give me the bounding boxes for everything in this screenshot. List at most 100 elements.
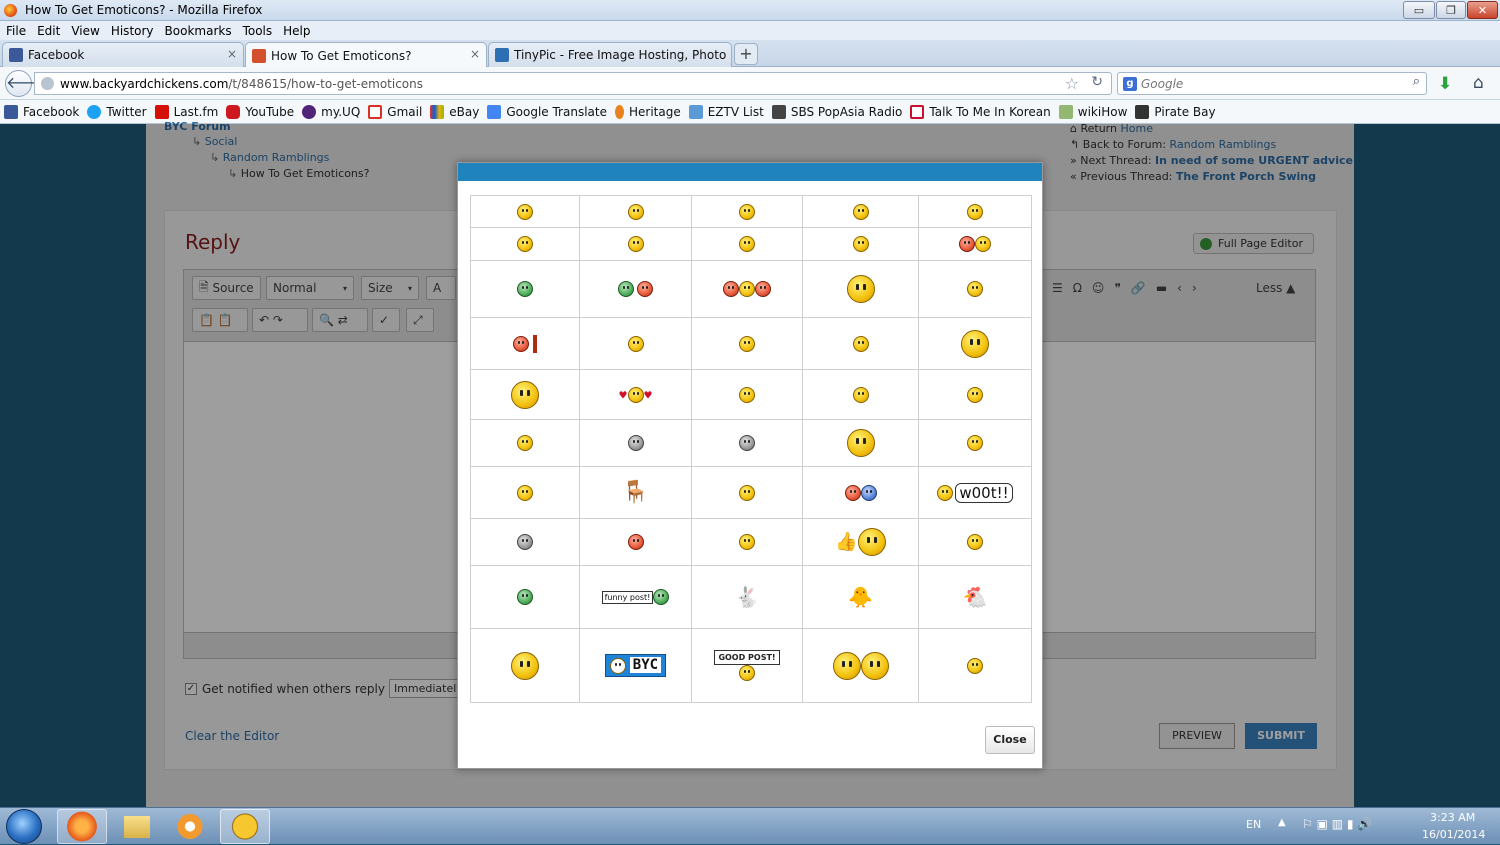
bookmark-heritage[interactable]: Heritage (614, 104, 681, 119)
language-indicator[interactable]: EN (1246, 818, 1261, 831)
emoticon-funny-post[interactable]: funny post! (579, 565, 692, 629)
emoticon-sleeping[interactable] (470, 565, 580, 629)
reload-icon[interactable]: ↻ (1091, 74, 1103, 90)
close-dialog-button[interactable]: Close (985, 726, 1035, 754)
emoticon-thinking[interactable] (802, 317, 919, 370)
emoticon-green-red[interactable] (579, 260, 692, 318)
menu-edit[interactable]: Edit (37, 24, 60, 38)
search-icon[interactable]: ⌕ (1413, 74, 1420, 89)
emoticon-ninja[interactable] (470, 466, 580, 519)
emoticon-shocked[interactable] (918, 317, 1032, 370)
emoticon-cool[interactable] (802, 227, 919, 261)
start-button[interactable] (6, 809, 42, 844)
clock-time[interactable]: 3:23 AM (1430, 811, 1475, 824)
bookmark-ebay[interactable]: eBay (430, 104, 479, 119)
emoticon-neutral[interactable] (918, 195, 1032, 228)
new-tab-button[interactable]: + (734, 43, 758, 65)
tab-tinypic[interactable]: TinyPic - Free Image Hosting, Photo S... (488, 42, 732, 67)
emoticon-cowboy[interactable] (470, 628, 580, 703)
emoticon-lying-down[interactable] (579, 317, 692, 370)
menu-help[interactable]: Help (283, 24, 310, 38)
emoticon-grimace[interactable] (802, 419, 919, 467)
emoticon-tongue-out[interactable] (918, 518, 1032, 566)
bookmark-talk-to-me-in-korean[interactable]: Talk To Me In Korean (910, 104, 1051, 119)
emoticon-wave[interactable] (802, 369, 919, 420)
emoticon-woot[interactable]: w00t!! (918, 466, 1032, 519)
taskbar-media-player[interactable] (165, 809, 215, 844)
emoticon-tongue[interactable] (470, 227, 580, 261)
home-icon[interactable]: ⌂ (1473, 73, 1484, 93)
menu-tools[interactable]: Tools (243, 24, 273, 38)
emoticon-popcorn[interactable] (691, 369, 803, 420)
emoticon-chick[interactable]: 🐥 (802, 565, 919, 629)
emoticon-sad[interactable] (579, 195, 692, 228)
tab-close-icon[interactable]: × (227, 47, 237, 61)
bookmark-myuq[interactable]: my.UQ (302, 104, 360, 119)
emoticon-flying[interactable] (918, 628, 1032, 703)
bookmark-sbs-popasia[interactable]: SBS PopAsia Radio (771, 104, 902, 119)
menu-bookmarks[interactable]: Bookmarks (165, 24, 232, 38)
emoticon-bunny[interactable]: 🐇 (691, 565, 803, 629)
minimize-button[interactable]: ▭ (1403, 1, 1435, 19)
menu-file[interactable]: File (6, 24, 26, 38)
bookmark-google-translate[interactable]: Google Translate (487, 104, 607, 119)
emoticon-good-post[interactable]: GOOD POST! (691, 628, 803, 703)
download-arrow-icon[interactable]: ⬇ (1438, 74, 1452, 94)
bookmark-gmail[interactable]: Gmail (368, 104, 422, 119)
emoticon-byc[interactable]: BYC (579, 628, 692, 703)
tray-icons[interactable]: ⚐ ▣ ▥ ▮ 🔊 (1302, 817, 1372, 831)
restore-button[interactable]: ❐ (1436, 1, 1466, 19)
emoticon-pair[interactable] (802, 628, 919, 703)
close-window-button[interactable]: ✕ (1467, 1, 1498, 19)
emoticon-pacman[interactable] (470, 260, 580, 318)
menu-view[interactable]: View (71, 24, 99, 38)
emoticon-dancing[interactable] (470, 419, 580, 467)
menu-history[interactable]: History (111, 24, 154, 38)
taskbar-firefox[interactable] (57, 809, 107, 844)
show-hidden-icons[interactable]: ▲ (1278, 817, 1286, 828)
taskbar-explorer[interactable] (112, 809, 162, 844)
emoticon-phone[interactable] (470, 369, 580, 420)
taskbar-app[interactable] (220, 809, 270, 844)
back-button[interactable]: 🡐 (5, 70, 49, 97)
dialog-header[interactable] (458, 163, 1042, 181)
emoticon-chair[interactable]: 🪑 (579, 466, 692, 519)
clock-date[interactable]: 16/01/2014 (1422, 828, 1485, 841)
emoticon-gray[interactable] (470, 518, 580, 566)
emoticon-skeleton[interactable] (691, 419, 803, 467)
emoticon-chicken[interactable]: 🐔 (918, 565, 1032, 629)
search-input[interactable]: g Google ⌕ (1117, 72, 1427, 95)
bookmark-lastfm[interactable]: Last.fm (154, 104, 218, 119)
emoticon-laugh[interactable] (579, 227, 692, 261)
emoticon-worried[interactable] (918, 419, 1032, 467)
bookmark-twitter[interactable]: Twitter (87, 104, 147, 119)
emoticon-devil[interactable] (579, 518, 692, 566)
emoticon-crawling[interactable] (918, 260, 1032, 318)
bookmark-wikihow[interactable]: wikiHow (1058, 104, 1127, 119)
google-icon[interactable]: g (1123, 76, 1137, 91)
emoticon-big-grin[interactable] (691, 195, 803, 228)
bookmark-star-icon[interactable]: ☆ (1065, 74, 1079, 93)
emoticon-drool[interactable] (691, 317, 803, 370)
emoticon-eek[interactable] (691, 227, 803, 261)
emoticon-group-hug[interactable] (918, 227, 1032, 261)
emoticon-wink[interactable] (802, 195, 919, 228)
url-bar[interactable]: www.backyardchickens.com/t/848615/how-to… (34, 72, 1112, 95)
emoticon-trio[interactable] (691, 260, 803, 318)
bookmark-eztv[interactable]: EZTV List (688, 104, 764, 119)
emoticon-chef[interactable] (579, 419, 692, 467)
emoticon-computer[interactable] (918, 369, 1032, 420)
emoticon-banghead[interactable] (470, 317, 580, 370)
bookmark-youtube[interactable]: YouTube (226, 104, 294, 119)
emoticon-sick[interactable] (691, 518, 803, 566)
emoticon-standing[interactable] (802, 260, 919, 318)
tab-how-to-get-emoticons[interactable]: How To Get Emoticons? × (245, 42, 487, 68)
tab-facebook[interactable]: Facebook × (2, 42, 244, 67)
bookmark-facebook[interactable]: Facebook (4, 104, 79, 119)
emoticon-fish[interactable] (691, 466, 803, 519)
bookmark-pirate-bay[interactable]: Pirate Bay (1135, 104, 1216, 119)
tab-close-icon[interactable]: × (470, 47, 480, 61)
emoticon-couple[interactable] (802, 466, 919, 519)
emoticon-love[interactable]: ♥ ♥ (579, 369, 692, 420)
emoticon-thumbs-up[interactable]: 👍 (802, 518, 919, 566)
